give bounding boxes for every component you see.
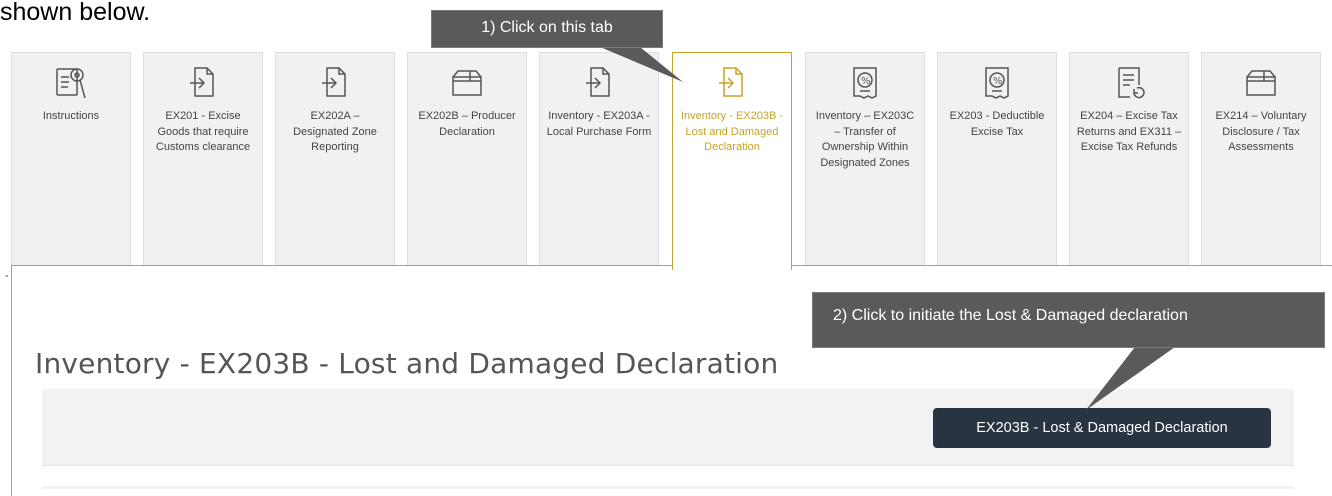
tab-label: EX204 – Excise Tax Returns and EX311 – E… (1076, 110, 1182, 153)
tab-ex203b[interactable]: Inventory - EX203B - Lost and Damaged De… (672, 52, 792, 270)
tab-instructions[interactable]: Instructions (11, 52, 131, 266)
card-body (42, 465, 1294, 486)
box-icon (1244, 65, 1278, 101)
box-icon (450, 65, 484, 101)
tab-label: Inventory - EX203A - Local Purchase Form (546, 110, 652, 138)
tab-ex203[interactable]: % EX203 - Deductible Excise Tax (937, 52, 1057, 266)
tab-ex201[interactable]: EX201 - Excise Goods that require Custom… (143, 52, 263, 266)
document-search-icon (54, 65, 88, 101)
svg-text:%: % (861, 76, 871, 87)
percent-document-icon: % (980, 65, 1014, 101)
percent-document-icon: % (848, 65, 882, 101)
import-arrow-icon (318, 65, 352, 101)
tab-label: EX214 – Voluntary Disclosure / Tax Asses… (1215, 110, 1307, 153)
tab-label: Inventory - EX203B - Lost and Damaged De… (680, 110, 784, 153)
import-arrow-icon (582, 65, 616, 101)
svg-text:%: % (993, 76, 1003, 87)
tab-label: EX202A – Designated Zone Reporting (293, 110, 377, 153)
tab-label: Instructions (42, 110, 100, 122)
tab-label: EX202B – Producer Declaration (418, 110, 516, 138)
import-arrow-icon (186, 65, 220, 101)
tab-label: EX203 - Deductible Excise Tax (949, 110, 1045, 138)
tab-ex203c[interactable]: % Inventory – EX203C – Transfer of Owner… (805, 52, 925, 266)
tab-ex204[interactable]: EX204 – Excise Tax Returns and EX311 – E… (1069, 52, 1189, 266)
tab-ex202b[interactable]: EX202B – Producer Declaration (407, 52, 527, 266)
tab-ex203a[interactable]: Inventory - EX203A - Local Purchase Form (539, 52, 659, 266)
lost-damaged-declaration-button[interactable]: EX203B - Lost & Damaged Declaration (933, 408, 1271, 448)
import-arrow-icon (715, 65, 749, 101)
intro-text: shown below. (0, 0, 151, 26)
callout-step-1: 1) Click on this tab (431, 10, 663, 48)
callout-step-2: 2) Click to initiate the Lost & Damaged … (812, 292, 1325, 348)
panel-marker: - (5, 270, 9, 282)
page-title: Inventory - EX203B - Lost and Damaged De… (35, 346, 779, 380)
refund-document-icon (1112, 65, 1146, 101)
tab-label: EX201 - Excise Goods that require Custom… (155, 110, 251, 153)
tab-label: Inventory – EX203C – Transfer of Ownersh… (815, 110, 915, 169)
tab-ex202a[interactable]: EX202A – Designated Zone Reporting (275, 52, 395, 266)
tab-ex214[interactable]: EX214 – Voluntary Disclosure / Tax Asses… (1201, 52, 1321, 266)
